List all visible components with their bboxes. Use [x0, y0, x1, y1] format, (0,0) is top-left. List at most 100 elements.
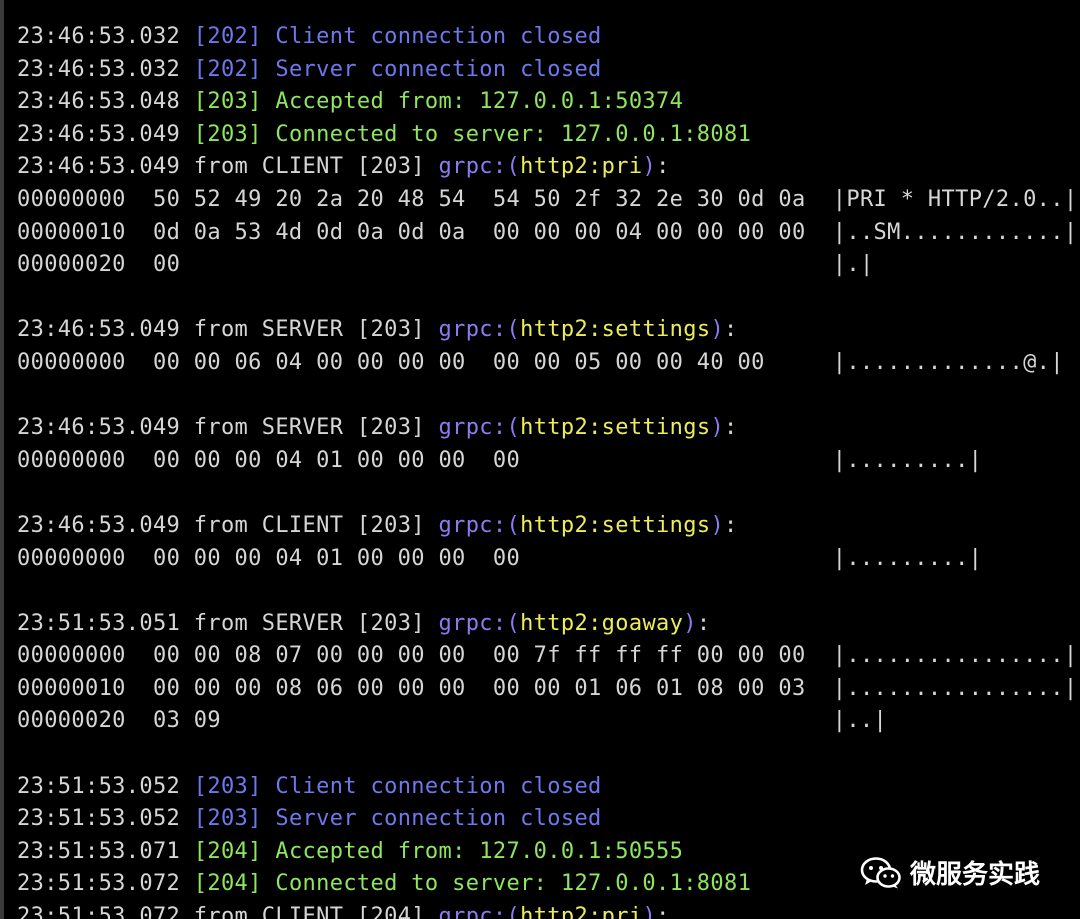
hexdump-line: 00000010 0d 0a 53 4d 0d 0a 0d 0a 00 00 0…: [17, 217, 1077, 250]
frame-header-line: 23:46:53.049 from CLIENT [203] grpc:(htt…: [17, 512, 738, 538]
hex-ascii: |.|: [832, 252, 874, 278]
frame-type: http2:pri: [520, 154, 643, 180]
terminal-window[interactable]: 23:46:53.032 [202] Client connection clo…: [0, 0, 1080, 919]
frame-protocol: grpc:: [438, 904, 507, 919]
frame-header-line: 23:46:53.049 from SERVER [203] grpc:(htt…: [17, 415, 738, 441]
hex-bytes: 00 00 00 08 06 00 00 00 00 00 01 06 01 0…: [152, 675, 806, 701]
connection-id: [203]: [193, 773, 262, 799]
hex-offset: 00000010: [17, 219, 126, 245]
log-line: 23:46:53.049 [203] Connected to server: …: [17, 119, 1077, 152]
frame-direction: from SERVER [203]: [193, 415, 425, 441]
hex-bytes: 50 52 49 20 2a 20 48 54 54 50 2f 32 2e 3…: [152, 186, 806, 212]
log-message: Server connection closed: [275, 806, 602, 832]
frame-protocol: grpc:: [438, 610, 507, 636]
timestamp: 23:46:53.049: [17, 415, 181, 441]
timestamp: 23:51:53.051: [17, 610, 181, 636]
frame-direction: from CLIENT [203]: [193, 154, 425, 180]
hex-ascii: |PRI * HTTP/2.0..|: [832, 186, 1078, 212]
timestamp: 23:46:53.048: [17, 89, 181, 115]
hex-bytes: 00 00 06 04 00 00 00 00 00 00 05 00 00 4…: [152, 349, 765, 375]
hexdump-line: 00000000 00 00 08 07 00 00 00 00 00 7f f…: [17, 640, 1077, 673]
connection-id: [204]: [193, 838, 262, 864]
connection-id: [203]: [193, 121, 262, 147]
hex-bytes: 00 00 00 04 01 00 00 00 00: [152, 447, 521, 473]
hex-ascii: |.............@.|: [832, 349, 1064, 375]
hexdump-line: 00000000 00 00 00 04 01 00 00 00 00 |...…: [17, 445, 1077, 478]
timestamp: 23:46:53.049: [17, 512, 181, 538]
frame-header-line: 23:51:53.072 from CLIENT [204] grpc:(htt…: [17, 901, 1077, 919]
hex-offset: 00000000: [17, 545, 126, 571]
hex-ascii: |..SM............|: [832, 219, 1078, 245]
hex-bytes: 00 00 00 04 01 00 00 00 00: [152, 545, 521, 571]
hex-offset: 00000020: [17, 708, 126, 734]
watermark-text: 微服务实践: [909, 860, 1040, 890]
log-line: 23:46:53.032 [202] Server connection clo…: [17, 54, 1077, 87]
hex-bytes: 00: [152, 252, 181, 278]
log-line: 23:46:53.048 [203] Accepted from: 127.0.…: [17, 86, 1077, 119]
connection-id: [202]: [193, 24, 262, 49]
frame-type: http2:settings: [520, 512, 711, 538]
frame-type: http2:goaway: [520, 610, 684, 636]
hexdump-line: 00000000 00 00 00 04 01 00 00 00 00 |...…: [17, 543, 1077, 576]
connection-id: [203]: [193, 89, 262, 115]
hex-ascii: |.........|: [832, 447, 983, 473]
log-message: Connected to server: 127.0.0.1:8081: [275, 121, 752, 147]
log-message: Server connection closed: [275, 56, 602, 82]
timestamp: 23:46:53.049: [17, 317, 181, 343]
hex-bytes: 00 00 08 07 00 00 00 00 00 7f ff ff ff 0…: [152, 643, 806, 669]
log-line: 23:46:53.032 [202] Client connection clo…: [17, 21, 1077, 54]
timestamp: 23:46:53.032: [17, 56, 181, 82]
hexdump-line: 00000000 50 52 49 20 2a 20 48 54 54 50 2…: [17, 184, 1077, 217]
log-message: Connected to server: 127.0.0.1:8081: [275, 871, 752, 897]
timestamp: 23:51:53.072: [17, 904, 181, 919]
hex-offset: 00000010: [17, 675, 126, 701]
log-message: Client connection closed: [275, 24, 602, 49]
wechat-icon: [860, 856, 901, 888]
hex-ascii: |................|: [832, 675, 1078, 701]
hexdump-line: 00000000 00 00 06 04 00 00 00 00 00 00 0…: [17, 347, 1077, 380]
frame-header-line: 23:46:53.049 from CLIENT [203] grpc:(htt…: [17, 154, 670, 180]
hex-ascii: |.........|: [832, 545, 983, 571]
frame-protocol: grpc:: [438, 512, 507, 538]
hex-offset: 00000000: [17, 447, 126, 473]
hex-offset: 00000020: [17, 252, 126, 278]
frame-protocol: grpc:: [438, 317, 507, 343]
hex-offset: 00000000: [17, 349, 126, 375]
frame-header-line: 23:46:53.049 from SERVER [203] grpc:(htt…: [17, 317, 738, 343]
hex-ascii: |..|: [832, 708, 888, 734]
timestamp: 23:46:53.032: [17, 24, 181, 49]
log-line: 23:51:53.052 [203] Client connection clo…: [17, 771, 1077, 804]
hexdump-line: 00000020 00 |.|: [17, 249, 1077, 282]
frame-type: http2:pri: [520, 904, 643, 919]
frame-direction: from CLIENT [204]: [193, 904, 425, 919]
timestamp: 23:51:53.072: [17, 871, 181, 897]
frame-header-line: 23:51:53.051 from SERVER [203] grpc:(htt…: [17, 610, 711, 636]
connection-id: [202]: [193, 56, 262, 82]
frame-direction: from SERVER [203]: [193, 317, 425, 343]
connection-id: [203]: [193, 806, 262, 832]
timestamp: 23:51:53.052: [17, 806, 181, 832]
timestamp: 23:46:53.049: [17, 154, 181, 180]
hex-bytes: 0d 0a 53 4d 0d 0a 0d 0a 00 00 00 04 00 0…: [152, 219, 806, 245]
timestamp: 23:51:53.052: [17, 773, 181, 799]
frame-direction: from CLIENT [203]: [193, 512, 425, 538]
timestamp: 23:51:53.071: [17, 838, 181, 864]
hexdump-line: 00000020 03 09 |..|: [17, 705, 1077, 738]
hex-ascii: |................|: [832, 643, 1078, 669]
log-message: Accepted from: 127.0.0.1:50555: [275, 838, 684, 864]
log-message: Client connection closed: [275, 773, 602, 799]
frame-protocol: grpc:: [438, 415, 507, 441]
watermark: 微服务实践: [855, 852, 1044, 893]
frame-protocol: grpc:: [438, 154, 507, 180]
terminal-output: 23:46:53.032 [202] Client connection clo…: [17, 21, 1077, 919]
timestamp: 23:46:53.049: [17, 121, 181, 147]
connection-id: [204]: [193, 871, 262, 897]
frame-type: http2:settings: [520, 317, 711, 343]
hex-bytes: 03 09: [152, 708, 221, 734]
frame-type: http2:settings: [520, 415, 711, 441]
